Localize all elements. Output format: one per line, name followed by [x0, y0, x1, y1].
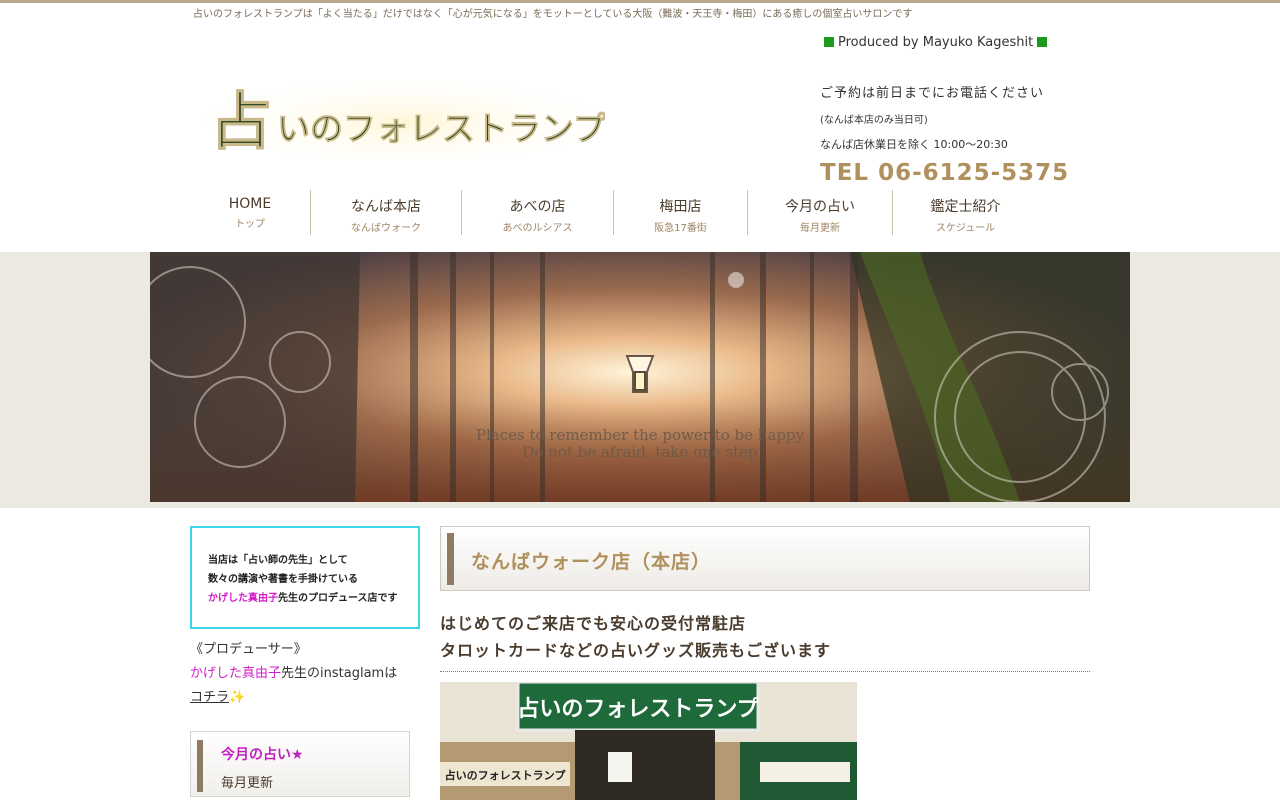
hero-caption-line1: Places to remember the power to be happy: [476, 426, 805, 444]
nav-label: HOME: [228, 196, 272, 212]
phone-number[interactable]: TEL 06-6125-5375: [820, 160, 1069, 186]
producer-instagram-text: 先生のinstaglamは: [281, 666, 398, 681]
shop-photo: 占いのフォレストランプ 占いのフォレストランプ: [440, 682, 857, 800]
site-logo[interactable]: 占 いのフォレストランプ: [205, 68, 607, 162]
reservation-note: ご予約は前日までにお電話ください: [820, 86, 1045, 101]
top-border: [0, 0, 1280, 3]
banner-producer-name: かげした真由子: [208, 593, 278, 604]
banner-line3: 先生のプロデュース店です: [278, 593, 398, 604]
business-hours: なんば店休業日を除く 10:00〜20:30: [820, 138, 1008, 151]
dotted-divider: [440, 671, 1090, 672]
nav-sublabel: あべのルシアス: [502, 223, 573, 234]
nav-label: あべの店: [509, 199, 566, 215]
shop-sign-text: 占いのフォレストランプ: [517, 697, 759, 722]
section-lead: はじめてのご来店でも安心の受付常駐店 タロットカードなどの占いグッズ販売もござい…: [440, 610, 1090, 664]
nav-label: なんば本店: [351, 199, 421, 215]
producer-banner[interactable]: 当店は「占い師の先生」として 数々の講演や著書を手掛けている かげした真由子先生…: [190, 526, 420, 629]
green-square-icon: [1037, 37, 1048, 47]
produced-by: Produced by Mayuko Kageshit: [820, 35, 1051, 50]
banner-line2: 数々の講演や著書を手掛けている: [208, 574, 358, 585]
shop-side-sign-text: 占いのフォレストランプ: [445, 768, 567, 782]
green-square-icon: [824, 37, 834, 47]
nav-label: 梅田店: [659, 199, 702, 215]
monthly-fortune-card[interactable]: 今月の占い★ 毎月更新: [190, 731, 410, 797]
logo-image: 占 いのフォレストランプ: [205, 74, 607, 162]
nav-item-readers[interactable]: 鑑定士紹介 スケジュール: [893, 190, 1038, 235]
produced-by-text: Produced by Mayuko Kageshit: [838, 35, 1034, 50]
lead-line1: はじめてのご来店でも安心の受付常駐店: [440, 614, 747, 633]
hero-banner: Places to remember the power to be happy…: [0, 252, 1280, 508]
nav-sublabel: 阪急17番街: [654, 223, 707, 234]
section-heading: なんばウォーク店（本店）: [440, 526, 1090, 591]
hero-forest-image: Places to remember the power to be happy…: [150, 252, 1130, 502]
nav-sublabel: スケジュール: [935, 223, 996, 234]
nav-label: 鑑定士紹介: [930, 199, 1001, 215]
site-tagline: 占いのフォレストランプは「よく当たる」だけではなく「心が元気になる」をモットーと…: [193, 9, 913, 20]
heading-accent-bar: [447, 533, 454, 585]
card-subtitle: 毎月更新: [221, 776, 274, 791]
same-day-note: (なんば本店のみ当日可): [820, 115, 928, 126]
nav-item-home[interactable]: HOME トップ: [190, 190, 311, 235]
nav-label: 今月の占い: [785, 199, 855, 215]
nav-sublabel: なんばウォーク: [351, 223, 421, 234]
svg-text:占: 占: [210, 85, 272, 158]
producer-info: 《プロデューサー》 かげした真由子先生のinstaglamは コチラ✨: [190, 638, 397, 710]
card-accent-bar: [197, 740, 203, 792]
nav-item-namba[interactable]: なんば本店 なんばウォーク: [311, 190, 462, 235]
lead-line2: タロットカードなどの占いグッズ販売もございます: [440, 641, 832, 660]
sparkle-icon: ✨: [229, 690, 246, 705]
producer-name: かげした真由子: [190, 666, 282, 681]
nav-item-monthly-fortune[interactable]: 今月の占い 毎月更新: [748, 190, 893, 235]
nav-item-abeno[interactable]: あべの店 あべのルシアス: [462, 190, 614, 235]
nav-sublabel: トップ: [235, 219, 265, 230]
main-nav: HOME トップ なんば本店 なんばウォーク あべの店 あべのルシアス 梅田店 …: [190, 190, 1038, 235]
nav-sublabel: 毎月更新: [800, 223, 840, 234]
svg-text:いのフォレストランプ: いのフォレストランプ: [277, 109, 605, 148]
contact-info: ご予約は前日までにお電話ください (なんば本店のみ当日可) なんば店休業日を除く…: [820, 82, 1069, 186]
card-title: 今月の占い★: [221, 747, 304, 763]
producer-label: 《プロデューサー》: [190, 642, 307, 657]
banner-line1: 当店は「占い師の先生」として: [208, 555, 348, 566]
instagram-link[interactable]: コチラ: [190, 690, 229, 705]
hero-caption-line2: Do not be afraid, take one step: [522, 443, 757, 461]
nav-item-umeda[interactable]: 梅田店 阪急17番街: [614, 190, 748, 235]
section-title: なんばウォーク店（本店）: [471, 551, 712, 573]
